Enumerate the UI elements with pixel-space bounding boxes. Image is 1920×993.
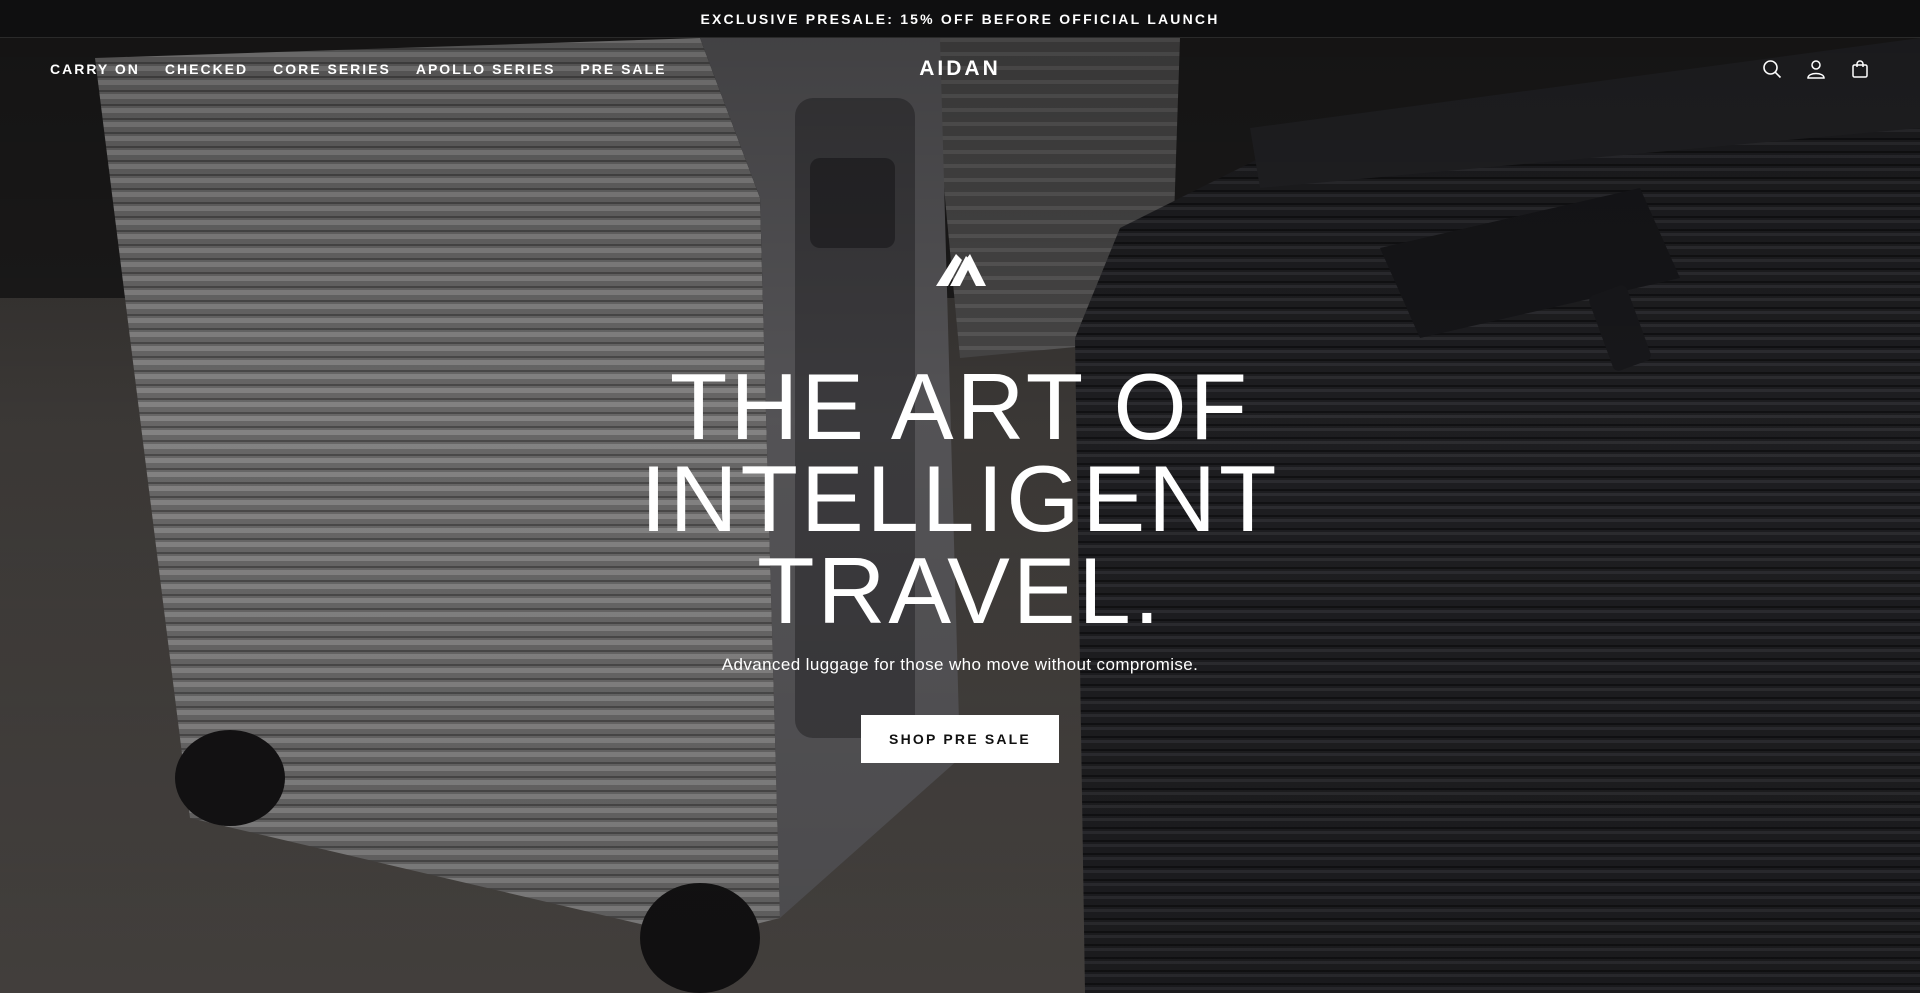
cart-icon[interactable]: [1850, 59, 1870, 79]
brand-mark-icon: [932, 250, 988, 290]
shop-pre-sale-button[interactable]: SHOP PRE SALE: [861, 715, 1059, 763]
hero-subheading: Advanced luggage for those who move with…: [721, 655, 1199, 674]
nav-item-core-series[interactable]: CORE SERIES: [273, 61, 391, 77]
search-icon[interactable]: [1762, 59, 1782, 79]
hero-headline: THE ART OF INTELLIGENT TRAVEL.: [0, 354, 1920, 643]
nav-item-pre-sale[interactable]: PRE SALE: [580, 61, 666, 77]
brand-logo[interactable]: AIDAN: [860, 38, 1060, 100]
nav-item-apollo-series[interactable]: APOLLO SERIES: [416, 61, 556, 77]
hero-content: THE ART OF INTELLIGENT TRAVEL. Advanced …: [0, 250, 1920, 763]
announcement-text: EXCLUSIVE PRESALE: 15% OFF BEFORE OFFICI…: [700, 10, 1220, 27]
announcement-bar: EXCLUSIVE PRESALE: 15% OFF BEFORE OFFICI…: [0, 0, 1920, 38]
header-icons: [1762, 38, 1870, 100]
nav-item-checked[interactable]: CHECKED: [165, 61, 248, 77]
main-nav: CARRY ON CHECKED CORE SERIES APOLLO SERI…: [50, 38, 691, 100]
headline-line: INTELLIGENT: [640, 446, 1280, 551]
account-icon[interactable]: [1806, 59, 1826, 79]
headline-line: THE ART OF: [669, 354, 1251, 459]
nav-item-carry-on[interactable]: CARRY ON: [50, 61, 140, 77]
site-header: CARRY ON CHECKED CORE SERIES APOLLO SERI…: [0, 38, 1920, 100]
headline-line: TRAVEL.: [757, 538, 1163, 643]
